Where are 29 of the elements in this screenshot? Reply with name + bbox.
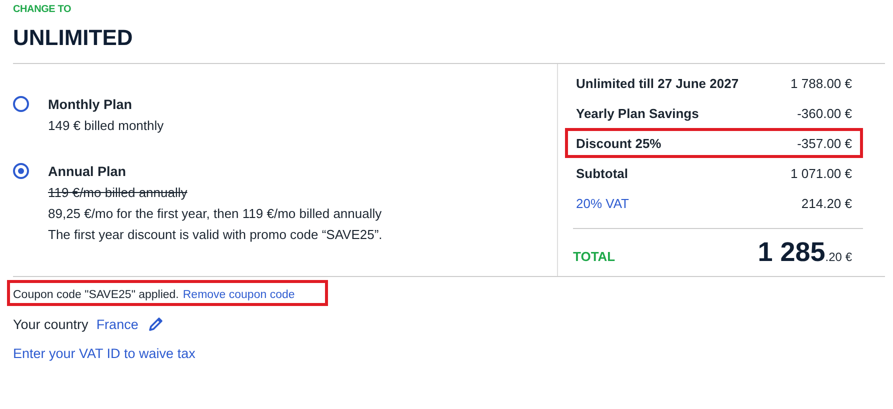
vat-id-link[interactable]: Enter your VAT ID to waive tax — [13, 346, 196, 361]
summary-amount: 214.20 € — [801, 196, 852, 210]
eyebrow-label: CHANGE TO — [13, 4, 72, 15]
summary-label: Discount 25% — [576, 136, 662, 150]
summary-amount: 1 788.00 € — [790, 76, 852, 90]
summary-label: Subtotal — [576, 166, 628, 180]
summary-label: Unlimited till 27 June 2027 — [576, 76, 739, 90]
summary-label: Yearly Plan Savings — [576, 106, 699, 120]
plan-description: 89,25 €/mo for the first year, then 119 €/mo billed annually — [48, 205, 382, 223]
remove-coupon-link[interactable]: Remove coupon code — [182, 289, 295, 301]
plan-title: UNLIMITED — [13, 25, 885, 64]
total-cents: .20 € — [825, 250, 852, 264]
radio-button[interactable] — [13, 163, 29, 179]
country-link[interactable]: France — [96, 316, 138, 332]
plan-name: Monthly Plan — [48, 96, 133, 114]
country-label: Your country — [13, 316, 88, 332]
total-amount: 1 285 — [758, 237, 826, 267]
total-label: TOTAL — [573, 249, 616, 264]
vat-link[interactable]: 20% VAT — [576, 196, 629, 210]
radio-button[interactable] — [13, 96, 29, 112]
plan-description: The first year discount is valid with promo code “SAVE25”. — [48, 226, 382, 244]
summary-amount: -360.00 € — [797, 106, 852, 120]
summary-amount: 1 071.00 € — [790, 166, 852, 180]
pencil-icon[interactable] — [148, 316, 164, 332]
coupon-message: Coupon code "SAVE25" applied. — [13, 289, 179, 301]
plan-name: Annual Plan — [48, 163, 128, 181]
old-price: 119 €/mo billed annually — [48, 184, 188, 202]
summary-amount: -357.00 € — [797, 136, 852, 150]
plan-description: 149 € billed monthly — [48, 117, 164, 135]
